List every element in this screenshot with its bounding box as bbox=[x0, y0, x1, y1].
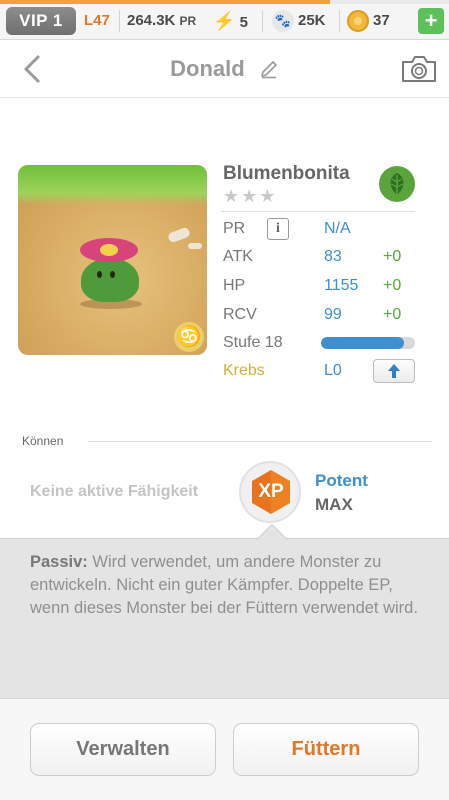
rock-decoration bbox=[166, 226, 192, 244]
passive-skill-name: Potent bbox=[315, 471, 368, 490]
star-rating: ★★★ bbox=[223, 186, 278, 206]
manage-button[interactable]: Verwalten bbox=[30, 723, 216, 776]
stat-row-atk: ATK 83 +0 bbox=[223, 248, 423, 270]
divider bbox=[339, 10, 340, 32]
stat-value: 99 bbox=[324, 306, 342, 323]
energy-value: 5 bbox=[239, 14, 248, 31]
camera-icon bbox=[402, 56, 436, 82]
food-value: 25K bbox=[298, 12, 326, 29]
stat-delta: +0 bbox=[383, 306, 402, 323]
rock-decoration bbox=[188, 243, 202, 249]
stat-delta: +0 bbox=[383, 277, 402, 294]
stat-row-pr: PR i N/A bbox=[223, 218, 423, 242]
lightning-icon: ⚡ bbox=[213, 11, 236, 31]
monster-sprite bbox=[81, 258, 139, 302]
stat-label: PR bbox=[223, 220, 246, 237]
flower-center bbox=[100, 244, 118, 256]
power-suffix: PR bbox=[179, 14, 197, 28]
stat-value: 1155 bbox=[324, 277, 359, 294]
grass-background bbox=[18, 165, 207, 205]
camera-button[interactable] bbox=[400, 54, 438, 84]
xp-progress-fill bbox=[0, 0, 330, 4]
no-active-skill-text: Keine aktive Fähigkeit bbox=[30, 483, 199, 500]
monster-nickname: Donald bbox=[170, 56, 245, 82]
vip-badge[interactable]: VIP 1 bbox=[6, 7, 76, 35]
divider bbox=[88, 441, 432, 442]
divider bbox=[119, 10, 120, 32]
passive-prefix: Passiv: bbox=[30, 553, 88, 571]
xp-skill-icon: XP bbox=[249, 468, 293, 516]
stat-label: RCV bbox=[223, 306, 257, 323]
passive-skill-level: MAX bbox=[315, 495, 353, 514]
coin-icon bbox=[347, 10, 369, 33]
energy-counter[interactable]: ⚡ 5 bbox=[213, 10, 248, 34]
coin-value: 37 bbox=[373, 12, 390, 29]
divider bbox=[262, 10, 263, 32]
stat-row-rcv: RCV 99 +0 bbox=[223, 306, 423, 328]
passive-body: Wird verwendet, um andere Monster zu ent… bbox=[30, 553, 418, 617]
monster-eye bbox=[97, 271, 102, 278]
zodiac-sign-label: Krebs bbox=[223, 362, 265, 379]
info-button[interactable]: i bbox=[267, 218, 289, 240]
stat-label: HP bbox=[223, 277, 246, 294]
page-title: Donald bbox=[0, 55, 449, 82]
status-bar: VIP 1 L47 264.3K PR ⚡ 5 🐾 25K 37 + bbox=[0, 0, 449, 40]
feed-button[interactable]: Füttern bbox=[233, 723, 419, 776]
level-progress-fill bbox=[321, 337, 404, 349]
stat-delta: +0 bbox=[383, 248, 402, 265]
pencil-icon[interactable] bbox=[259, 59, 279, 79]
xp-progress-strip bbox=[0, 0, 449, 4]
header: Donald bbox=[0, 41, 449, 98]
paw-icon: 🐾 bbox=[272, 10, 294, 33]
level-progress-bar bbox=[321, 337, 415, 349]
monster-species-name: Blumenbonita bbox=[223, 163, 350, 184]
zodiac-sign-level: L0 bbox=[324, 362, 342, 379]
stat-row-hp: HP 1155 +0 bbox=[223, 277, 423, 299]
cancer-zodiac-icon: ♋ bbox=[174, 322, 204, 352]
passive-description: Passiv: Wird verwendet, um andere Monste… bbox=[30, 551, 426, 620]
leaf-icon bbox=[379, 166, 415, 202]
upgrade-sign-button[interactable] bbox=[373, 359, 415, 383]
skills-section-label: Können bbox=[22, 434, 64, 448]
xp-badge-label: XP bbox=[258, 481, 284, 502]
arrow-up-icon bbox=[388, 364, 400, 378]
power-value: 264.3K bbox=[127, 12, 176, 29]
monster-eye bbox=[110, 271, 115, 278]
coin-counter[interactable]: 37 bbox=[347, 10, 390, 33]
divider bbox=[221, 211, 415, 212]
stat-label: ATK bbox=[223, 248, 253, 265]
stat-value: 83 bbox=[324, 248, 342, 265]
add-coins-button[interactable]: + bbox=[418, 8, 444, 34]
power-rating: 264.3K PR bbox=[127, 10, 196, 32]
player-level: L47 bbox=[84, 12, 110, 29]
stat-value: N/A bbox=[324, 220, 351, 237]
food-counter[interactable]: 🐾 25K bbox=[272, 10, 326, 33]
level-label: Stufe 18 bbox=[223, 334, 283, 351]
